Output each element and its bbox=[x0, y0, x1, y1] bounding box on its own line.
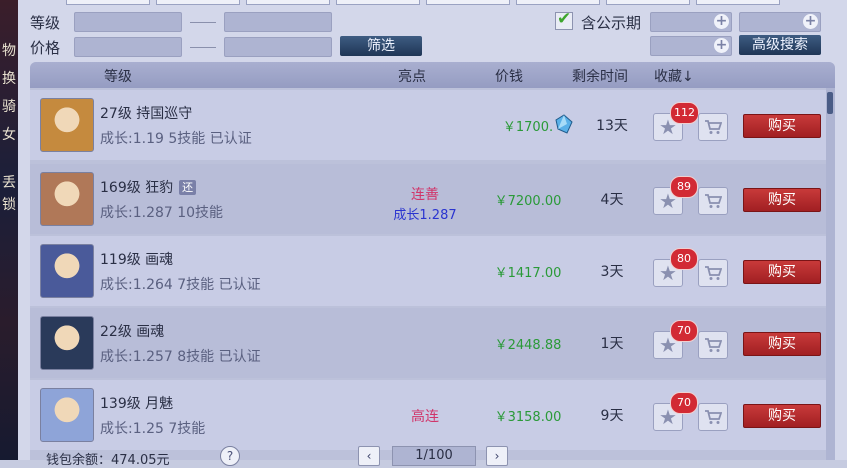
side-char: 物 bbox=[2, 43, 16, 59]
level-name: 22级 画魂 bbox=[100, 324, 165, 340]
highlight-primary: 高连 bbox=[411, 409, 439, 425]
remaining-time: 3天 bbox=[600, 264, 624, 280]
plus-icon: + bbox=[714, 13, 729, 29]
cart-icon[interactable] bbox=[698, 403, 728, 431]
plus-icon: + bbox=[714, 37, 729, 53]
table-row[interactable]: 27级 持国巡守 成长:1.19 5技能 已认证 ￥1700. 13天 ★ 112 购买 bbox=[30, 90, 826, 160]
public-period-checkbox[interactable] bbox=[555, 9, 573, 30]
side-char: 女 bbox=[2, 127, 16, 143]
favorite-count-badge: 70 bbox=[670, 392, 698, 414]
buy-button[interactable]: 购买 bbox=[743, 114, 821, 138]
growth-info: 成长:1.19 5技能 已认证 bbox=[100, 131, 252, 147]
level-name: 119级 画魂 bbox=[100, 252, 174, 268]
plus-icon: + bbox=[803, 13, 818, 29]
header-remaining[interactable]: 剩余时间 bbox=[572, 66, 628, 86]
pet-avatar[interactable] bbox=[40, 98, 94, 152]
side-char: 换 bbox=[2, 71, 16, 87]
range-dash bbox=[190, 47, 216, 48]
bargain-tag: 还 bbox=[179, 180, 197, 195]
wallet-balance: 钱包余额：474.05元 bbox=[46, 453, 170, 468]
pet-avatar[interactable] bbox=[40, 244, 94, 298]
buy-button[interactable]: 购买 bbox=[743, 260, 821, 284]
level-filter-label: 等级 bbox=[30, 14, 61, 32]
price-value: ￥3158.00 bbox=[494, 410, 562, 425]
side-char: 丢 bbox=[2, 175, 16, 191]
side-char: 骑 bbox=[2, 99, 16, 115]
remaining-time: 1天 bbox=[600, 336, 624, 352]
help-icon[interactable]: ? bbox=[220, 446, 240, 466]
advanced-search-button[interactable]: 高级搜索 bbox=[739, 35, 821, 55]
extra-filter-3[interactable]: + bbox=[650, 36, 732, 56]
next-page-button[interactable]: › bbox=[486, 446, 508, 466]
remaining-time: 9天 bbox=[600, 408, 624, 424]
price-value: ￥1417.00 bbox=[494, 266, 562, 281]
game-background-strip: 物 换 骑 女 丢 锁 bbox=[0, 0, 18, 460]
level-min-input[interactable] bbox=[74, 12, 182, 32]
market-window: 等级 含公示期 + + 价格 筛选 + 高级搜索 等级 亮点 价钱 剩余时间 收… bbox=[18, 0, 847, 468]
cart-icon[interactable] bbox=[698, 113, 728, 141]
gem-icon bbox=[555, 114, 573, 134]
buy-button[interactable]: 购买 bbox=[743, 188, 821, 212]
header-favorite[interactable]: 收藏↓ bbox=[654, 66, 694, 86]
favorite-count-badge: 80 bbox=[670, 248, 698, 270]
price-max-input[interactable] bbox=[224, 37, 332, 57]
growth-info: 成长:1.25 7技能 bbox=[100, 421, 206, 437]
favorite-count-badge: 70 bbox=[670, 320, 698, 342]
header-highlight: 亮点 bbox=[398, 69, 426, 85]
pet-avatar[interactable] bbox=[40, 316, 94, 370]
cart-icon[interactable] bbox=[698, 331, 728, 359]
table-row[interactable]: 169级 狂豹还成长:1.287 10技能 连善成长1.287 ￥7200.00 4天… bbox=[30, 164, 826, 234]
price-min-input[interactable] bbox=[74, 37, 182, 57]
level-max-input[interactable] bbox=[224, 12, 332, 32]
header-level[interactable]: 等级 bbox=[104, 66, 132, 86]
cart-icon[interactable] bbox=[698, 187, 728, 215]
price-filter-label: 价格 bbox=[30, 39, 61, 57]
remaining-time: 13天 bbox=[596, 118, 628, 134]
scrollbar-thumb[interactable] bbox=[827, 92, 833, 114]
public-period-label: 含公示期 bbox=[581, 14, 642, 32]
header-price[interactable]: 价钱 bbox=[495, 66, 523, 86]
growth-info: 成长:1.287 10技能 bbox=[100, 205, 224, 221]
level-name: 27级 持国巡守 bbox=[100, 106, 193, 122]
price-value: ￥7200.00 bbox=[494, 194, 562, 209]
extra-filter-1[interactable]: + bbox=[650, 12, 732, 32]
prev-page-button[interactable]: ‹ bbox=[358, 446, 380, 466]
level-name: 139级 月魅 bbox=[100, 396, 174, 412]
cart-icon[interactable] bbox=[698, 259, 728, 287]
favorite-count-badge: 89 bbox=[670, 176, 698, 198]
table-row[interactable]: 22级 画魂 成长:1.257 8技能 已认证 ￥2448.88 1天 ★ 70 购买 bbox=[30, 308, 826, 378]
growth-info: 成长:1.264 7技能 已认证 bbox=[100, 277, 261, 293]
side-char: 锁 bbox=[2, 197, 16, 213]
listing-panel: 等级 亮点 价钱 剩余时间 收藏↓ 27级 持国巡守成长:1.19 5技能 已认… bbox=[30, 62, 835, 460]
table-row[interactable]: 119级 画魂 成长:1.264 7技能 已认证 ￥1417.00 3天 ★ 80 购买 bbox=[30, 236, 826, 306]
table-header: 等级 亮点 价钱 剩余时间 收藏↓ bbox=[30, 62, 835, 88]
filter-button[interactable]: 筛选 bbox=[340, 36, 422, 56]
highlight-primary: 连善 bbox=[411, 187, 439, 203]
scrollbar-track[interactable] bbox=[826, 88, 835, 460]
pet-avatar[interactable] bbox=[40, 172, 94, 226]
buy-button[interactable]: 购买 bbox=[743, 404, 821, 428]
remaining-time: 4天 bbox=[600, 192, 624, 208]
highlight-secondary: 成长1.287 bbox=[393, 208, 457, 223]
page-indicator: 1/100 bbox=[392, 446, 476, 466]
level-name: 169级 狂豹还 bbox=[100, 177, 197, 197]
buy-button[interactable]: 购买 bbox=[743, 332, 821, 356]
range-dash bbox=[190, 22, 216, 23]
table-row[interactable]: 139级 月魅 成长:1.25 7技能 高连 ￥3158.00 9天 ★ 70 购买 bbox=[30, 380, 826, 450]
top-tab-strip bbox=[66, 0, 846, 5]
growth-info: 成长:1.257 8技能 已认证 bbox=[100, 349, 261, 365]
extra-filter-2[interactable]: + bbox=[739, 12, 821, 32]
favorite-count-badge: 112 bbox=[670, 102, 699, 124]
price-value: ￥2448.88 bbox=[494, 338, 562, 353]
pet-avatar[interactable] bbox=[40, 388, 94, 442]
